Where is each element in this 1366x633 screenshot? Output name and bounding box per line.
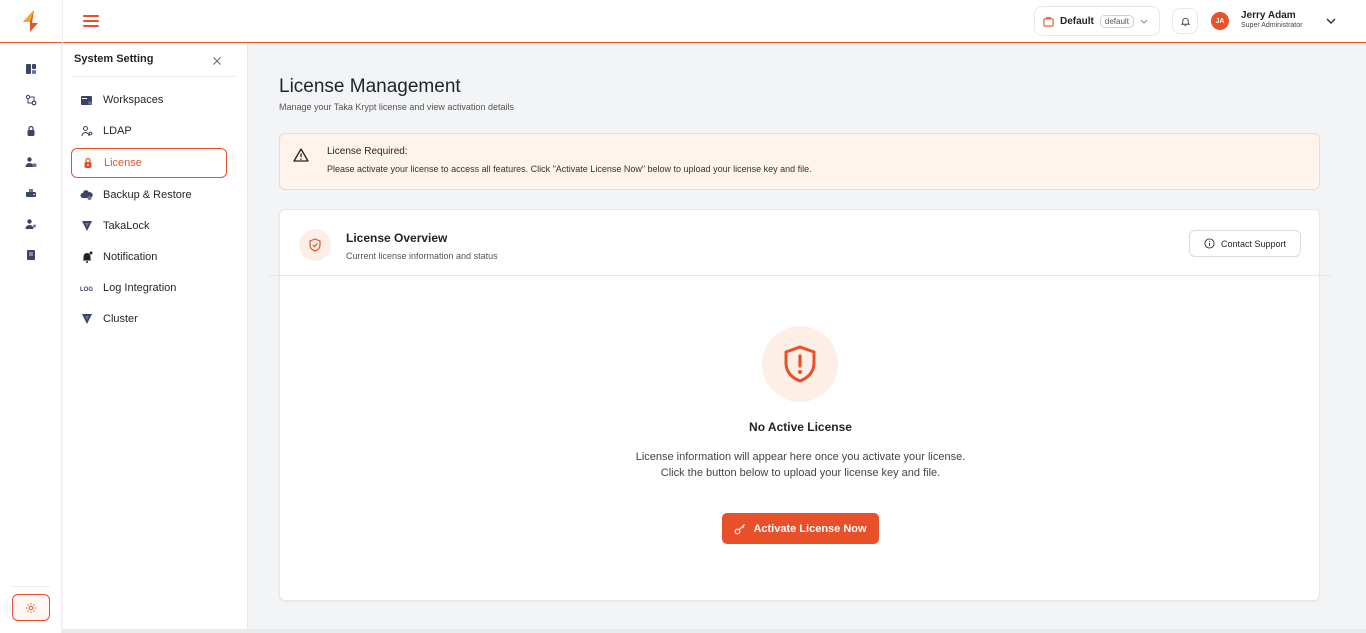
contact-support-label: Contact Support [1220, 238, 1287, 249]
user-role: Super Administrator [1241, 22, 1303, 29]
bell-icon [1180, 17, 1190, 26]
contact-support-button[interactable]: Contact Support [1189, 230, 1301, 257]
notifications-button[interactable] [1172, 8, 1198, 34]
dashboard-icon[interactable] [23, 61, 39, 77]
nav-item-log-integration[interactable]: LOG Log Integration [71, 273, 227, 303]
user-lock-icon[interactable] [23, 154, 39, 170]
panel-divider [71, 76, 236, 77]
warning-triangle-icon [293, 148, 309, 162]
info-icon [1204, 238, 1215, 249]
activate-license-button[interactable]: Activate License Now [722, 513, 879, 544]
briefcase-icon [1043, 16, 1054, 27]
ldap-user-icon [80, 125, 93, 138]
hamburger-menu-icon[interactable] [83, 13, 99, 29]
workspace-select[interactable]: Default default [1034, 6, 1160, 36]
card-subtitle: Current license information and status [346, 251, 498, 261]
nav-item-label: Notification [103, 251, 158, 263]
workspace-label: Default [1060, 15, 1094, 27]
cluster-icon [80, 313, 93, 326]
chevron-down-icon [1140, 19, 1148, 24]
lock-icon[interactable] [23, 123, 39, 139]
settings-button[interactable] [12, 594, 50, 621]
lock-icon [81, 157, 94, 170]
card-divider [268, 275, 1332, 276]
key-routing-icon[interactable] [23, 92, 39, 108]
nav-item-workspaces[interactable]: Workspaces [71, 85, 227, 115]
empty-state-text: License information will appear here onc… [635, 451, 966, 463]
cloud-backup-icon [80, 189, 93, 202]
page-title: License Management [279, 76, 461, 97]
nav-item-label: Cluster [103, 313, 138, 325]
nav-item-notification[interactable]: Notification [71, 242, 227, 272]
nav-item-label: License [104, 157, 142, 169]
svg-text:LOG: LOG [80, 287, 93, 292]
nav-item-label: TakaLock [103, 220, 150, 232]
panel-title: System Setting [74, 53, 154, 65]
log-icon: LOG [80, 282, 93, 295]
shield-icon [299, 229, 331, 261]
nav-item-backup-restore[interactable]: Backup & Restore [71, 180, 227, 210]
report-icon[interactable] [23, 247, 39, 263]
close-icon[interactable] [211, 55, 223, 67]
license-overview-card: License Overview Current license informa… [268, 209, 1332, 601]
workspace-tag: default [1099, 14, 1134, 28]
nav-item-label: Log Integration [103, 282, 177, 294]
bell-icon [80, 251, 93, 264]
avatar[interactable]: JA [1211, 12, 1229, 30]
nav-item-ldap[interactable]: LDAP [71, 116, 227, 146]
gear-icon [26, 602, 36, 613]
app-logo[interactable] [20, 9, 42, 33]
alert-title: License Required: [327, 146, 408, 157]
user-name[interactable]: Jerry Adam [1241, 10, 1296, 21]
icon-rail [0, 43, 62, 633]
bottom-strip [62, 629, 1366, 633]
user-menu-chevron-icon[interactable] [1325, 15, 1337, 27]
nav-item-label: Workspaces [103, 94, 164, 106]
nav-item-takalock[interactable]: TakaLock [71, 211, 227, 241]
activate-license-label: Activate License Now [753, 522, 867, 535]
license-required-alert: License Required: Please activate your l… [279, 133, 1320, 190]
shield-alert-icon [762, 326, 838, 402]
system-setting-panel: System Setting Workspaces LDAP License B… [63, 43, 248, 633]
empty-state-text: Click the button below to upload your li… [660, 467, 941, 479]
top-bar: Default default JA Jerry Adam Super Admi… [0, 0, 1366, 43]
page-subtitle: Manage your Taka Krypt license and view … [279, 102, 514, 112]
workspaces-icon [80, 94, 93, 107]
alert-text: Please activate your license to access a… [327, 164, 812, 174]
nav-item-label: Backup & Restore [103, 189, 192, 201]
empty-state-title: No Active License [749, 420, 852, 434]
rail-separator [10, 586, 50, 587]
top-divider [62, 0, 63, 43]
nav-item-license[interactable]: License [71, 148, 227, 178]
takalock-icon [80, 220, 93, 233]
key-icon [735, 523, 746, 534]
nav-item-label: LDAP [103, 125, 132, 137]
card-title: License Overview [346, 231, 448, 245]
user-key-icon[interactable] [23, 216, 39, 232]
nav-item-cluster[interactable]: Cluster [71, 304, 227, 334]
hsm-device-icon[interactable] [23, 185, 39, 201]
